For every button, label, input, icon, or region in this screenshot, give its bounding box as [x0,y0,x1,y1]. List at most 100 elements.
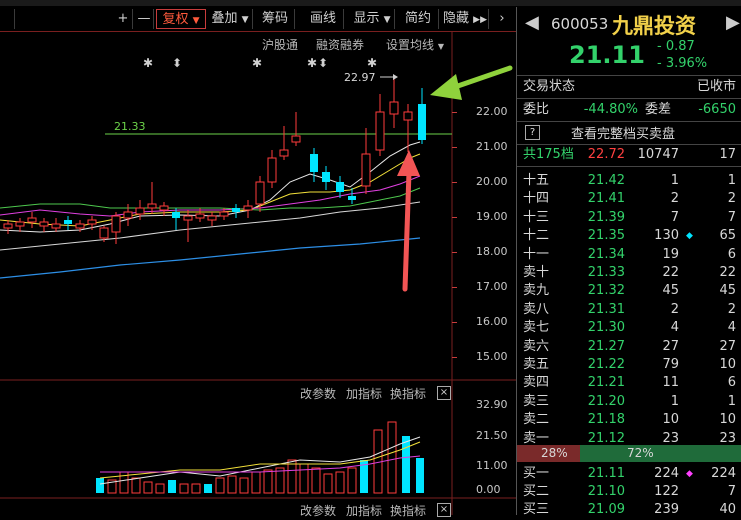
vol-huanzhibiao-button[interactable]: 换指标 [390,385,426,402]
level-price: 21.20 [587,393,625,409]
ind-huanzhibiao-button[interactable]: 换指标 [390,502,426,519]
bid-row[interactable]: 买一 21.11 224 224 ◆ [523,464,738,484]
level-label: 十一 [523,246,550,262]
volume-bars-group [96,421,424,494]
level-price: 21.30 [587,320,625,336]
next-stock-icon[interactable]: ▶ [726,12,740,33]
summary-row: 共175档 22.72 10747 17 [523,145,738,165]
candle-body [183,215,193,221]
prev-stock-icon[interactable]: ◀ [525,12,539,33]
price-tick-label: 15.00 [476,350,508,363]
candle-body [135,207,145,215]
level-volume: 7 [670,209,679,225]
highlight-diamond-icon: ◆ [686,469,693,479]
level-label: 卖二 [523,412,550,428]
vol-jiazhibiao-button[interactable]: 加指标 [346,385,382,402]
candle-body [348,196,356,200]
volume-bar [191,483,201,494]
ask-row[interactable]: 卖十 21.33 22 22 [523,263,738,283]
level-volume: 130 [654,228,679,244]
chouma-button[interactable]: 筹码 [256,9,295,29]
volume-bar [204,484,212,493]
help-icon[interactable]: ? [525,125,540,140]
ask-row[interactable]: 卖五 21.22 79 10 [523,355,738,375]
level-volume: 10 [662,412,679,428]
ask-row[interactable]: 卖九 21.32 45 45 [523,281,738,301]
ask-row[interactable]: 卖二 21.18 10 10 [523,410,738,430]
status-label: 交易状态 [523,79,576,94]
ask-row[interactable]: 十二 21.35 130 65 ◆ [523,226,738,246]
volume-bar [239,477,249,494]
volume-bar [215,477,225,494]
level-price: 21.11 [587,466,625,481]
level-volume: 122 [654,484,679,499]
ask-row[interactable]: 卖六 21.27 27 27 [523,337,738,357]
zoom-out-button[interactable]: — [135,9,154,29]
ask-row[interactable]: 十三 21.39 7 7 [523,208,738,228]
level-count: 10 [719,412,736,428]
level-count: 224 [711,466,736,481]
ask-row[interactable]: 卖四 21.21 11 6 [523,373,738,393]
vol-gaicanshu-button[interactable]: 改参数 [300,385,336,402]
level-count: 6 [727,375,736,391]
zoom-in-button[interactable]: + [114,9,133,29]
view-full-book-link[interactable]: 查看完整档买卖盘 [571,123,675,142]
fuquan-label: 复权 [162,12,189,27]
level-price: 21.41 [587,191,625,207]
panel-toggle-button[interactable]: › [492,9,512,29]
event-star-icon: ✱ [252,56,262,70]
close-icon[interactable]: × [437,386,451,400]
status-value: 已收市 [696,79,736,94]
candle-body [64,220,72,224]
weibi-label: 委比 [523,102,550,117]
level-count: 10 [719,357,736,372]
candle-body [159,205,169,211]
weibi-row: 委比 -44.80% 委差 -6650 [523,100,738,120]
candle-body [123,211,133,219]
candle-body [207,215,217,221]
level-count: 2 [727,301,736,317]
highlight-diamond-icon: ◆ [686,231,693,242]
jianyue-button[interactable]: 简约 [398,9,439,29]
yincang-button[interactable]: 隐藏 ▶▶ [442,9,489,29]
candle-body [172,212,180,218]
price-change-pct: - 3.96% [657,56,708,71]
volume-bar [299,463,309,494]
level-price: 21.33 [587,265,625,280]
ask-row[interactable]: 十四 21.41 2 2 [523,189,738,209]
candle-body [219,211,229,217]
price-change: - 0.87 [657,39,695,54]
toolbar-left-edge [0,9,15,29]
candle-body [99,227,109,239]
weicha-value: -6650 [698,102,736,117]
level-count: 65 [719,228,736,244]
ask-row[interactable]: 卖八 21.31 2 2 [523,300,738,320]
candle-body [403,111,413,121]
huaxian-button[interactable]: 画线 [303,9,344,29]
fuquan-dropdown[interactable]: 复权 ▼ [156,9,206,29]
ind-jiazhibiao-button[interactable]: 加指标 [346,502,382,519]
level-label: 买二 [523,484,550,499]
ask-row[interactable]: 十一 21.34 19 6 [523,245,738,265]
diejia-dropdown[interactable]: 叠加 ▼ [208,9,253,29]
ask-row[interactable]: 卖三 21.20 1 1 [523,392,738,412]
candle-body [87,219,97,225]
candle-body [310,154,318,172]
xianshi-dropdown[interactable]: 显示 ▼ [350,9,395,29]
candle-body [195,213,205,219]
ask-row[interactable]: 十五 21.42 1 1 [523,171,738,191]
level-count: 2 [727,191,736,207]
bid-row[interactable]: 买二 21.10 122 7 [523,482,738,502]
price-tick-label: 17.00 [476,280,508,293]
ma-line-white-long [0,201,421,251]
level-price: 21.35 [587,228,625,244]
chevron-down-icon: ▼ [383,15,391,25]
kline-chart[interactable]: ✱ ⬍ ✱ ✱ ⬍ ✱ [0,32,516,515]
level-count: 45 [719,283,736,299]
ind-gaicanshu-button[interactable]: 改参数 [300,502,336,519]
ask-row[interactable]: 卖七 21.30 4 4 [523,318,738,338]
stock-code: 600053 [551,15,609,33]
bid-row[interactable]: 买三 21.09 239 40 [523,500,738,520]
candle-body [267,157,277,183]
level-label: 卖九 [523,283,550,299]
